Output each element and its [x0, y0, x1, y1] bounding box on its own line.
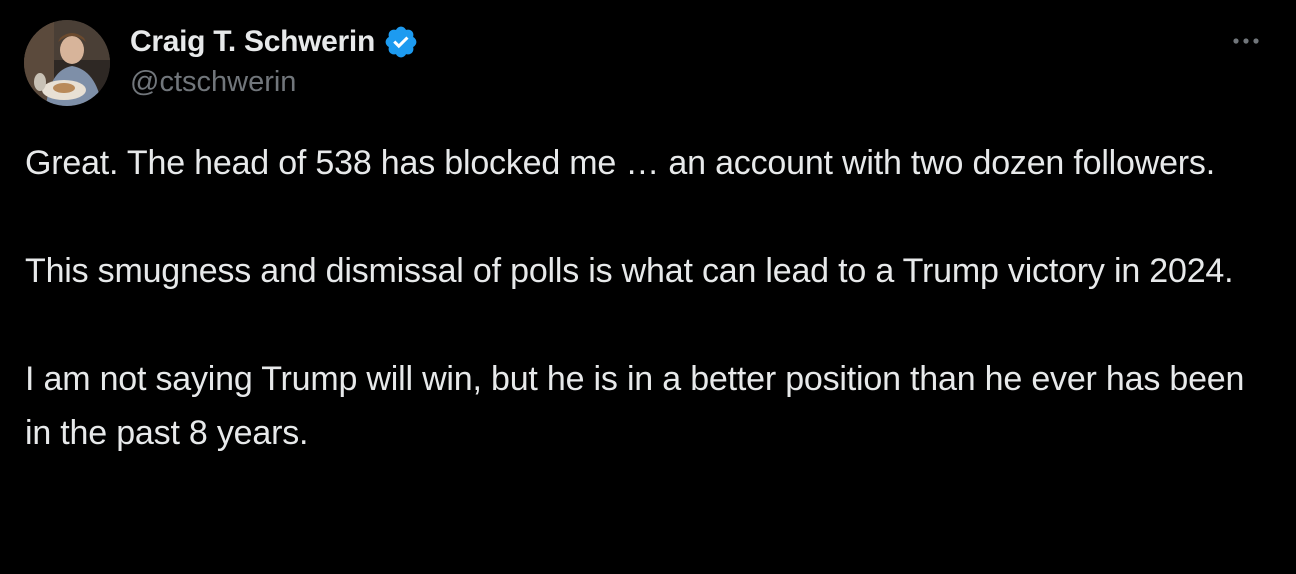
avatar[interactable]: [24, 20, 110, 106]
avatar-photo: [24, 20, 110, 106]
tweet-text: Great. The head of 538 has blocked me … …: [25, 136, 1275, 460]
author-name-row: Craig T. Schwerin: [130, 22, 419, 62]
more-horizontal-icon[interactable]: [1226, 26, 1266, 56]
tweet-paragraph: I am not saying Trump will win, but he i…: [25, 360, 1245, 452]
tweet-paragraph: This smugness and dismissal of polls is …: [25, 252, 1234, 290]
tweet: Craig T. Schwerin @ctschwerin Great. The…: [0, 0, 1296, 574]
tweet-paragraph: Great. The head of 538 has blocked me … …: [25, 144, 1215, 182]
verified-badge-icon[interactable]: [383, 24, 419, 60]
author-display-name[interactable]: Craig T. Schwerin: [130, 25, 375, 59]
author-handle[interactable]: @ctschwerin: [130, 66, 296, 99]
